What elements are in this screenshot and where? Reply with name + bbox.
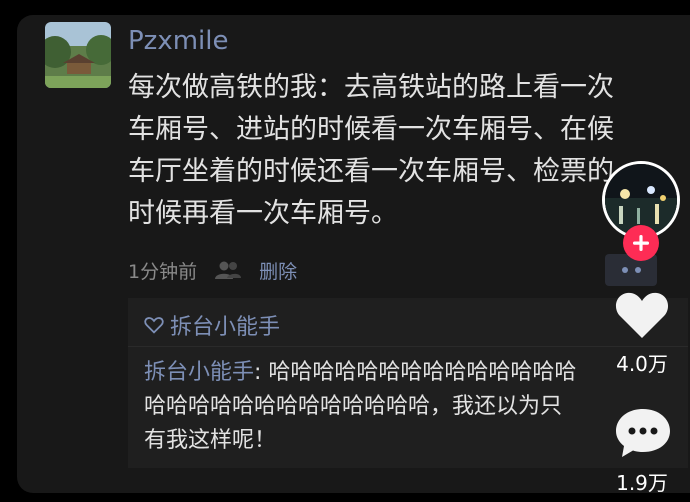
delete-button[interactable]: 删除 [259,257,297,284]
comment-count: 1.9万 [616,471,668,495]
likes-row: 拆台小能手 [144,310,280,340]
post-text-line: 每次做高铁的我：去高铁站的路上看一次 [128,72,614,103]
comment-button[interactable] [614,405,672,461]
post-meta: 1分钟前 删除 [128,255,297,285]
comment-bubble-icon [616,409,670,457]
people-icon [213,260,243,280]
reply-text-line: 哈哈哈哈哈哈哈哈哈哈哈哈哈哈 [268,360,577,385]
post-text-line: 车厅坐着的时候还看一次车厢号、检票的 [128,156,614,187]
divider [128,346,688,347]
follow-button[interactable] [623,225,659,261]
reply-text-line: 哈哈哈哈哈哈哈哈哈哈哈哈哈，我还以为只 [144,394,563,419]
like-button[interactable] [613,285,671,343]
post-time: 1分钟前 [128,260,198,283]
post-text: 每次做高铁的我：去高铁站的路上看一次 车厢号、进站的时候看一次车厢号、在候 车厅… [128,67,648,235]
username[interactable]: Pzxmile [128,24,228,58]
like-count: 4.0万 [616,352,668,376]
reply-author[interactable]: 拆台小能手 [144,360,254,385]
post-text-line: 时候再看一次车厢号。 [128,198,398,229]
like-user-name[interactable]: 拆台小能手 [170,309,280,341]
post-text-line: 车厢号、进站的时候看一次车厢号、在候 [128,114,614,145]
heart-outline-icon [144,316,164,334]
avatar[interactable] [45,22,111,88]
heart-icon [615,292,669,338]
reply-separator: : [254,360,269,385]
plus-icon [633,235,649,251]
reply-text-line: 有我这样呢！ [144,428,277,453]
likes-comments-panel: 拆台小能手 拆台小能手: 哈哈哈哈哈哈哈哈哈哈哈哈哈哈 哈哈哈哈哈哈哈哈哈哈哈哈… [128,298,688,468]
